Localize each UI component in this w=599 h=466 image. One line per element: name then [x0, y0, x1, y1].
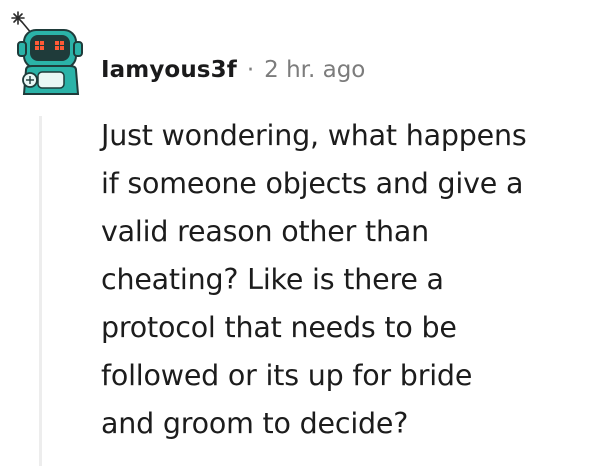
comment-timestamp[interactable]: 2 hr. ago [264, 57, 365, 83]
comment-text-line: and groom to decide? [101, 407, 409, 440]
meta-separator: · [246, 57, 255, 83]
username-link[interactable]: Iamyous3f [101, 57, 237, 83]
comment-text-line: valid reason other than [101, 215, 429, 248]
thread-line[interactable] [39, 116, 42, 466]
comment-text-line: Just wondering, what happens [101, 119, 527, 152]
comment-meta: Iamyous3f · 2 hr. ago [101, 52, 365, 88]
user-avatar[interactable] [8, 8, 86, 98]
comment-text-line: protocol that needs to be [101, 311, 457, 344]
comment-body: Just wondering, what happens if someone … [101, 112, 591, 448]
comment-text-line: followed or its up for bride [101, 359, 473, 392]
comment-text-line: if someone objects and give a [101, 167, 524, 200]
comment-text-line: cheating? Like is there a [101, 263, 444, 296]
robot-avatar-icon [11, 11, 83, 95]
